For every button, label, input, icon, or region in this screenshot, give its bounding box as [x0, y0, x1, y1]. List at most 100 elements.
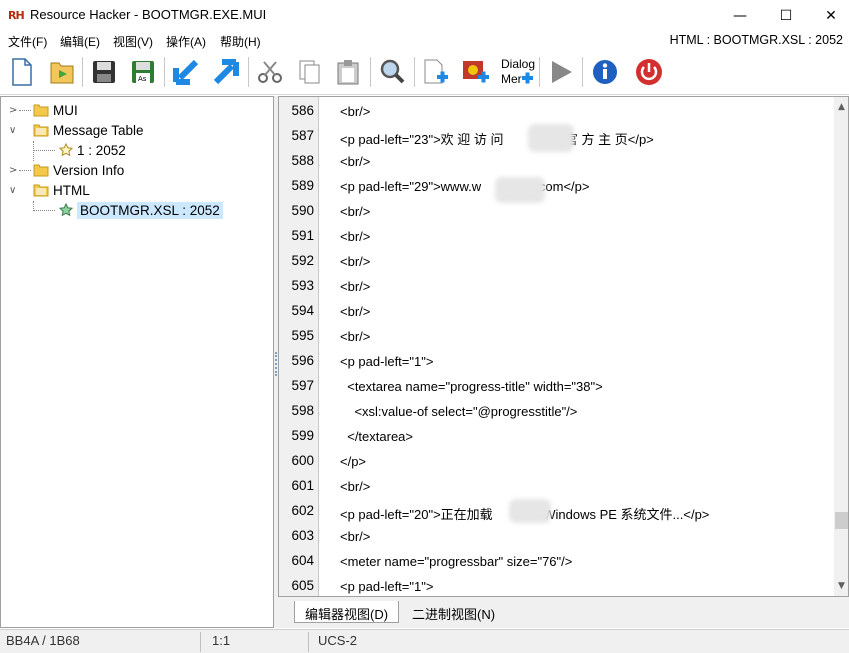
redacted-text	[509, 499, 551, 523]
maximize-button[interactable]: ☐	[763, 0, 809, 31]
line-number: 590	[291, 203, 314, 218]
status-offset: BB4A / 1B68	[6, 633, 80, 648]
tree-node-version-info[interactable]: > Version Info	[9, 160, 124, 180]
tree-node-bootmgr-xsl[interactable]: BOOTMGR.XSL : 2052	[59, 200, 223, 220]
arrow-up-right-icon	[213, 59, 239, 85]
add-image-button[interactable]	[460, 55, 492, 89]
add-resource-button[interactable]	[420, 55, 452, 89]
star-icon	[59, 203, 73, 217]
toolbar-separator	[539, 57, 540, 87]
code-line[interactable]: <br/>	[340, 104, 370, 119]
tree-node-mui[interactable]: > MUI	[9, 100, 78, 120]
view-tabs: 编辑器视图(D) 二进制视图(N)	[278, 597, 849, 628]
line-number: 605	[291, 578, 314, 593]
code-line[interactable]: </p>	[340, 454, 366, 469]
tree-node-html[interactable]: ∨ HTML	[9, 180, 90, 200]
code-line[interactable]: <br/>	[340, 304, 370, 319]
compile-forward-button[interactable]	[210, 55, 242, 89]
code-line[interactable]: <br/>	[340, 479, 370, 494]
line-number: 589	[291, 178, 314, 193]
line-number: 586	[291, 103, 314, 118]
tree-node-message-table[interactable]: ∨ Message Table	[9, 120, 144, 140]
minimize-button[interactable]: —	[717, 0, 763, 31]
compile-back-button[interactable]	[170, 55, 202, 89]
copy-icon	[299, 60, 320, 84]
line-number: 603	[291, 528, 314, 543]
expand-arrow-icon[interactable]: >	[9, 165, 17, 176]
code-line[interactable]: <br/>	[340, 279, 370, 294]
scroll-up-arrow-icon[interactable]: ▲	[834, 99, 848, 115]
toolbar-separator	[370, 57, 371, 87]
code-line[interactable]: <p pad-left="1">	[340, 579, 433, 594]
cut-button[interactable]	[254, 55, 286, 89]
dialog-menu-button[interactable]: Dialog Mer	[500, 55, 536, 89]
scroll-down-arrow-icon[interactable]: ▼	[834, 578, 848, 594]
splitter-grip[interactable]	[275, 352, 277, 376]
code-line[interactable]: <br/>	[340, 229, 370, 244]
run-script-button[interactable]	[545, 55, 577, 89]
scroll-thumb[interactable]	[835, 512, 848, 529]
tab-editor-view[interactable]: 编辑器视图(D)	[294, 601, 400, 623]
status-divider	[200, 632, 201, 652]
menu-edit[interactable]: 编辑(E)	[60, 33, 100, 50]
code-line[interactable]: <meter name="progressbar" size="76"/>	[340, 554, 572, 569]
code-editor[interactable]: 586 <br/> 587 <p pad-left="23">欢 迎 访 问 官 方 …	[278, 96, 849, 597]
tree-label-bootmgr-xsl: BOOTMGR.XSL : 2052	[77, 201, 223, 219]
code-line[interactable]: <br/>	[340, 529, 370, 544]
code-line[interactable]: <p pad-left="29">www.w .com</p>	[340, 179, 590, 194]
line-number: 591	[291, 228, 314, 243]
line-number: 598	[291, 403, 314, 418]
svg-text:Mer: Mer	[501, 72, 522, 86]
line-number: 604	[291, 553, 314, 568]
exit-button[interactable]	[633, 55, 665, 89]
line-number: 594	[291, 303, 314, 318]
editor-vertical-scrollbar[interactable]: ▲ ▼	[834, 97, 848, 596]
tree-label-mui: MUI	[53, 102, 78, 118]
new-file-button[interactable]	[6, 55, 38, 89]
collapse-arrow-icon[interactable]: ∨	[9, 125, 16, 136]
code-line[interactable]: <br/>	[340, 204, 370, 219]
code-line[interactable]: <xsl:value-of select="@progresstitle"/>	[340, 404, 577, 419]
expand-arrow-icon[interactable]: >	[9, 105, 17, 116]
code-line[interactable]: <p pad-left="23">欢 迎 访 问 官 方 主 页</p>	[340, 129, 654, 148]
status-cursor-position: 1:1	[212, 633, 231, 648]
paste-icon	[337, 60, 359, 85]
status-divider	[308, 632, 309, 652]
code-line[interactable]: <br/>	[340, 154, 370, 169]
tree-label-version-info: Version Info	[53, 162, 125, 178]
title-bar: RH Resource Hacker - BOOTMGR.EXE.MUI — ☐…	[0, 0, 849, 31]
menu-file[interactable]: 文件(F)	[8, 33, 47, 50]
tree-connector	[33, 210, 55, 211]
save-as-button[interactable]: As	[127, 55, 159, 89]
about-button[interactable]	[589, 55, 621, 89]
power-icon	[636, 59, 662, 85]
code-line[interactable]: <br/>	[340, 329, 370, 344]
resource-tree[interactable]: > MUI ∨ Message Table 1 : 2052 > Version…	[0, 96, 274, 628]
collapse-arrow-icon[interactable]: ∨	[9, 185, 16, 196]
open-file-button[interactable]	[46, 55, 78, 89]
tab-binary-view[interactable]: 二进制视图(N)	[402, 601, 505, 623]
code-line[interactable]: </textarea>	[340, 429, 413, 444]
menu-action[interactable]: 操作(A)	[166, 33, 206, 50]
code-line[interactable]: <textarea name="progress-title" width="3…	[340, 379, 603, 394]
status-encoding: UCS-2	[318, 633, 358, 648]
tree-label-html: HTML	[53, 182, 90, 198]
save-button[interactable]	[88, 55, 120, 89]
line-number-gutter	[279, 97, 319, 596]
app-logo-icon: RH	[8, 9, 25, 22]
paste-button[interactable]	[332, 55, 364, 89]
folder-icon	[33, 104, 49, 117]
svg-text:As: As	[138, 75, 147, 83]
menu-view[interactable]: 视图(V)	[113, 33, 153, 50]
menu-help[interactable]: 帮助(H)	[220, 33, 261, 50]
copy-button[interactable]	[294, 55, 326, 89]
line-number: 587	[291, 128, 314, 143]
code-line[interactable]: <br/>	[340, 254, 370, 269]
find-button[interactable]	[376, 55, 408, 89]
open-folder-icon	[33, 124, 49, 137]
tree-node-message-2052[interactable]: 1 : 2052	[59, 140, 126, 160]
code-line[interactable]: <p pad-left="1">	[340, 354, 433, 369]
new-file-icon	[12, 58, 32, 86]
close-button[interactable]: ✕	[808, 0, 849, 31]
line-number: 599	[291, 428, 314, 443]
